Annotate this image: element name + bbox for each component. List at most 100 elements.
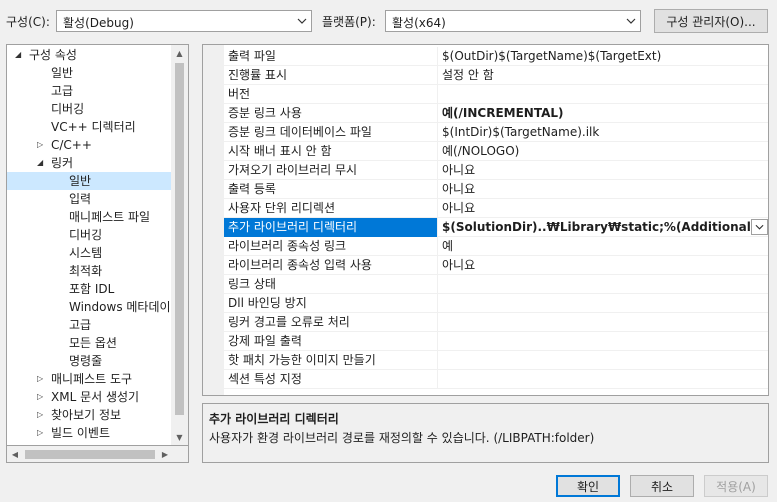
tree-item[interactable]: 명령줄 — [7, 352, 172, 370]
property-row[interactable]: 출력 파일 $(OutDir)$(TargetName)$(TargetExt) — [224, 47, 768, 66]
tree-item-label: 매니페스트 파일 — [69, 210, 151, 224]
tree-item[interactable]: 디버깅 — [7, 226, 172, 244]
property-name: 진행률 표시 — [228, 68, 288, 82]
property-row[interactable]: 강제 파일 출력 — [224, 332, 768, 351]
tree-item[interactable]: ▷ 매니페스트 도구 — [7, 370, 172, 388]
tree-item[interactable]: 모든 옵션 — [7, 334, 172, 352]
tree-item[interactable]: 시스템 — [7, 244, 172, 262]
tree-item[interactable]: 입력 — [7, 190, 172, 208]
column-separator — [437, 199, 438, 218]
tree-item[interactable]: 매니페스트 파일 — [7, 208, 172, 226]
platform-combo[interactable]: 활성(x64) — [385, 10, 641, 32]
property-name: 라이브러리 종속성 링크 — [228, 239, 347, 253]
tree-item-label: 일반 — [69, 174, 92, 188]
apply-button[interactable]: 적용(A) — [704, 475, 768, 497]
tree-item[interactable]: 고급 — [7, 82, 172, 100]
tree-item[interactable]: 포함 IDL — [7, 280, 172, 298]
tree-item[interactable]: 최적화 — [7, 262, 172, 280]
property-name: 강제 파일 출력 — [228, 334, 302, 348]
column-separator — [437, 275, 438, 294]
column-separator — [437, 66, 438, 85]
property-value[interactable]: $(SolutionDir)..₩Library₩static;%(Additi… — [442, 218, 752, 236]
property-value[interactable]: 아니요 — [442, 256, 752, 274]
property-row[interactable]: 링크 상태 — [224, 275, 768, 294]
property-value[interactable]: 아니요 — [442, 180, 752, 198]
property-value[interactable]: 아니요 — [442, 199, 752, 217]
tree-item[interactable]: ◢ 링커 — [7, 154, 172, 172]
property-row[interactable]: 핫 패치 가능한 이미지 만들기 — [224, 351, 768, 370]
tree-item[interactable]: 일반 — [7, 172, 172, 190]
property-name: 출력 등록 — [228, 182, 276, 196]
property-row[interactable]: 버전 — [224, 85, 768, 104]
config-combo[interactable]: 활성(Debug) — [56, 10, 312, 32]
property-name: 추가 라이브러리 디렉터리 — [228, 220, 358, 234]
property-name: Dll 바인딩 방지 — [228, 296, 307, 310]
tree-item[interactable]: Windows 메타데이터 — [7, 298, 182, 316]
property-name: 사용자 단위 리디렉션 — [228, 201, 335, 215]
collapsed-arrow-icon[interactable]: ▷ — [37, 388, 43, 406]
property-value[interactable]: 예(/NOLOGO) — [442, 142, 752, 160]
tree-item-label: XML 문서 생성기 — [51, 390, 140, 404]
tree-horizontal-scrollbar[interactable]: ◀ ▶ — [6, 446, 189, 463]
property-value[interactable]: 예 — [442, 237, 752, 255]
property-grid[interactable]: 출력 파일 $(OutDir)$(TargetName)$(TargetExt) 진… — [202, 44, 769, 396]
collapsed-arrow-icon[interactable]: ▷ — [37, 370, 43, 388]
platform-combo-value: 활성(x64) — [392, 16, 446, 30]
property-row[interactable]: Dll 바인딩 방지 — [224, 294, 768, 313]
column-separator — [437, 85, 438, 104]
scroll-right-icon[interactable]: ▶ — [157, 446, 173, 462]
scroll-thumb[interactable] — [25, 450, 155, 459]
tree-item[interactable]: ◢ 구성 속성 — [7, 46, 172, 64]
property-row[interactable]: 사용자 단위 리디렉션 아니요 — [224, 199, 768, 218]
scroll-up-icon[interactable]: ▲ — [171, 45, 188, 61]
column-separator — [437, 332, 438, 351]
tree-item[interactable]: VC++ 디렉터리 — [7, 118, 172, 136]
tree-item[interactable]: ▷ 찾아보기 정보 — [7, 406, 172, 424]
expanded-arrow-icon[interactable]: ◢ — [15, 46, 21, 64]
value-dropdown-button[interactable] — [751, 219, 768, 235]
column-separator — [437, 218, 438, 237]
tree-item[interactable]: ▷ XML 문서 생성기 — [7, 388, 172, 406]
scroll-down-icon[interactable]: ▼ — [171, 429, 188, 445]
tree-item[interactable]: ▷ C/C++ — [7, 136, 172, 154]
collapsed-arrow-icon[interactable]: ▷ — [37, 406, 43, 424]
tree-item[interactable]: ▷ 빌드 이벤트 — [7, 424, 172, 442]
scroll-thumb[interactable] — [175, 63, 184, 415]
property-name: 핫 패치 가능한 이미지 만들기 — [228, 353, 376, 367]
property-value[interactable]: $(IntDir)$(TargetName).ilk — [442, 123, 752, 141]
collapsed-arrow-icon[interactable]: ▷ — [37, 136, 43, 154]
column-separator — [437, 104, 438, 123]
category-tree[interactable]: ◢ 구성 속성 일반 고급 디버깅 VC++ 디렉터리 ▷ C/C++ ◢ 링커 일반 입력 매니페스트… — [6, 44, 189, 446]
scroll-left-icon[interactable]: ◀ — [7, 446, 23, 462]
property-value[interactable]: 아니요 — [442, 161, 752, 179]
tree-item[interactable]: 일반 — [7, 64, 172, 82]
tree-item-label: 빌드 이벤트 — [51, 426, 111, 440]
collapsed-arrow-icon[interactable]: ▷ — [37, 424, 43, 442]
property-row[interactable]: 진행률 표시 설정 안 함 — [224, 66, 768, 85]
property-row[interactable]: 링커 경고를 오류로 처리 — [224, 313, 768, 332]
cancel-button[interactable]: 취소 — [630, 475, 694, 497]
property-row[interactable]: 라이브러리 종속성 입력 사용 아니요 — [224, 256, 768, 275]
config-manager-button[interactable]: 구성 관리자(O)... — [654, 9, 768, 33]
property-row[interactable]: 시작 배너 표시 안 함 예(/NOLOGO) — [224, 142, 768, 161]
property-row[interactable]: 라이브러리 종속성 링크 예 — [224, 237, 768, 256]
tree-item-label: 최적화 — [69, 264, 103, 278]
property-row[interactable]: 증분 링크 사용 예(/INCREMENTAL) — [224, 104, 768, 123]
tree-item-label: 찾아보기 정보 — [51, 408, 122, 422]
tree-item[interactable]: 고급 — [7, 316, 172, 334]
property-row[interactable]: 추가 라이브러리 디렉터리 $(SolutionDir)..₩Library₩st… — [224, 218, 768, 237]
tree-item[interactable]: 디버깅 — [7, 100, 172, 118]
property-row[interactable]: 가져오기 라이브러리 무시 아니요 — [224, 161, 768, 180]
tree-item-label: 포함 IDL — [69, 282, 115, 296]
property-row[interactable]: 섹션 특성 지정 — [224, 370, 768, 389]
tree-vertical-scrollbar[interactable]: ▲ ▼ — [171, 45, 188, 445]
property-row[interactable]: 출력 등록 아니요 — [224, 180, 768, 199]
property-value[interactable]: $(OutDir)$(TargetName)$(TargetExt) — [442, 47, 752, 65]
expanded-arrow-icon[interactable]: ◢ — [37, 154, 43, 172]
column-separator — [437, 237, 438, 256]
property-row[interactable]: 증분 링크 데이터베이스 파일 $(IntDir)$(TargetName).il… — [224, 123, 768, 142]
property-value[interactable]: 예(/INCREMENTAL) — [442, 104, 752, 122]
column-separator — [437, 180, 438, 199]
property-value[interactable]: 설정 안 함 — [442, 66, 752, 84]
ok-button[interactable]: 확인 — [556, 475, 620, 497]
